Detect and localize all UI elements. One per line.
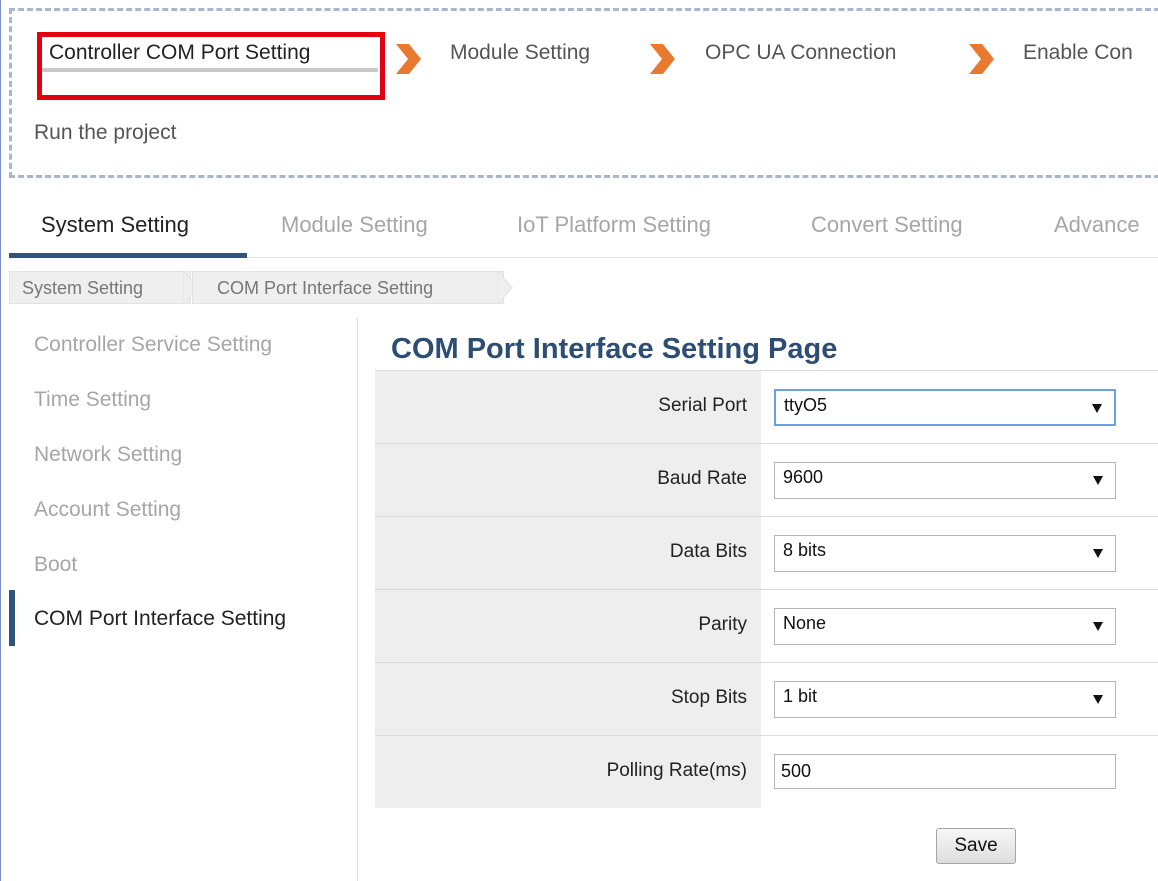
chevron-right-icon [650, 44, 675, 74]
page-title: COM Port Interface Setting Page [391, 333, 838, 365]
setup-wizard: Controller COM Port Setting Module Setti… [9, 8, 1158, 178]
chevron-right-icon [396, 44, 421, 74]
dropdown-arrow-icon [1093, 695, 1103, 704]
baud-rate-select[interactable]: 9600 [774, 462, 1116, 499]
form-row-polling-rate: Polling Rate(ms) [375, 735, 1158, 808]
sidebar-item-network-setting[interactable]: Network Setting [34, 443, 182, 467]
stop-bits-label: Stop Bits [670, 687, 747, 708]
form-row-stop-bits: Stop Bits 1 bit [375, 662, 1158, 735]
save-button[interactable]: Save [936, 828, 1016, 864]
parity-label: Parity [698, 614, 747, 635]
sidebar-item-controller-service[interactable]: Controller Service Setting [34, 333, 272, 357]
tab-system-setting[interactable]: System Setting [41, 212, 189, 238]
active-tab-indicator [9, 253, 247, 258]
sidebar-item-boot[interactable]: Boot [34, 553, 77, 577]
baud-rate-label: Baud Rate [657, 468, 747, 489]
form-row-data-bits: Data Bits 8 bits [375, 516, 1158, 589]
data-bits-label: Data Bits [669, 541, 747, 562]
stop-bits-select[interactable]: 1 bit [774, 681, 1116, 718]
sidebar-item-com-port-interface[interactable]: COM Port Interface Setting [34, 607, 286, 631]
data-bits-value: 8 bits [783, 540, 827, 560]
wizard-step-controller-com-port[interactable]: Controller COM Port Setting [49, 41, 310, 65]
window-left-border [0, 0, 1, 881]
dropdown-arrow-icon [1092, 404, 1102, 413]
sidebar-item-time-setting[interactable]: Time Setting [34, 388, 151, 412]
baud-rate-value: 9600 [783, 467, 824, 487]
stop-bits-value: 1 bit [783, 686, 818, 706]
dropdown-arrow-icon [1093, 622, 1103, 631]
parity-value: None [783, 613, 827, 633]
polling-rate-input[interactable] [774, 754, 1116, 789]
dropdown-arrow-icon [1093, 549, 1103, 558]
wizard-step-module-setting[interactable]: Module Setting [450, 41, 590, 65]
tab-convert-setting[interactable]: Convert Setting [811, 212, 963, 238]
tab-advanced[interactable]: Advance [1054, 212, 1140, 238]
current-step-underline [42, 68, 378, 72]
serial-port-select[interactable]: ttyO5 [774, 389, 1116, 426]
com-port-form: Serial Port ttyO5 Baud Rate 9600 Data Bi… [375, 370, 1158, 808]
main-tab-bar: System Setting Module Setting IoT Platfo… [9, 190, 1158, 258]
breadcrumb-item-com-port-interface[interactable]: COM Port Interface Setting [192, 271, 504, 304]
data-bits-select[interactable]: 8 bits [774, 535, 1116, 572]
form-row-serial-port: Serial Port ttyO5 [375, 370, 1158, 443]
breadcrumb-end-icon [497, 271, 513, 304]
parity-select[interactable]: None [774, 608, 1116, 645]
chevron-right-icon [969, 44, 994, 74]
wizard-step-run-project[interactable]: Run the project [34, 121, 176, 145]
tab-iot-platform-setting[interactable]: IoT Platform Setting [517, 212, 711, 238]
settings-sidebar: Controller Service Setting Time Setting … [9, 318, 358, 881]
polling-rate-label: Polling Rate(ms) [606, 760, 747, 781]
form-row-parity: Parity None [375, 589, 1158, 662]
tab-module-setting[interactable]: Module Setting [281, 212, 428, 238]
active-sidebar-indicator [9, 590, 15, 646]
breadcrumb-item-system-setting[interactable]: System Setting [9, 271, 191, 304]
form-row-baud-rate: Baud Rate 9600 [375, 443, 1158, 516]
sidebar-item-account-setting[interactable]: Account Setting [34, 498, 181, 522]
dropdown-arrow-icon [1093, 476, 1103, 485]
wizard-step-opc-ua-connection[interactable]: OPC UA Connection [705, 41, 896, 65]
serial-port-value: ttyO5 [784, 395, 828, 415]
wizard-step-enable-con[interactable]: Enable Con [1023, 41, 1133, 65]
serial-port-label: Serial Port [658, 395, 747, 416]
